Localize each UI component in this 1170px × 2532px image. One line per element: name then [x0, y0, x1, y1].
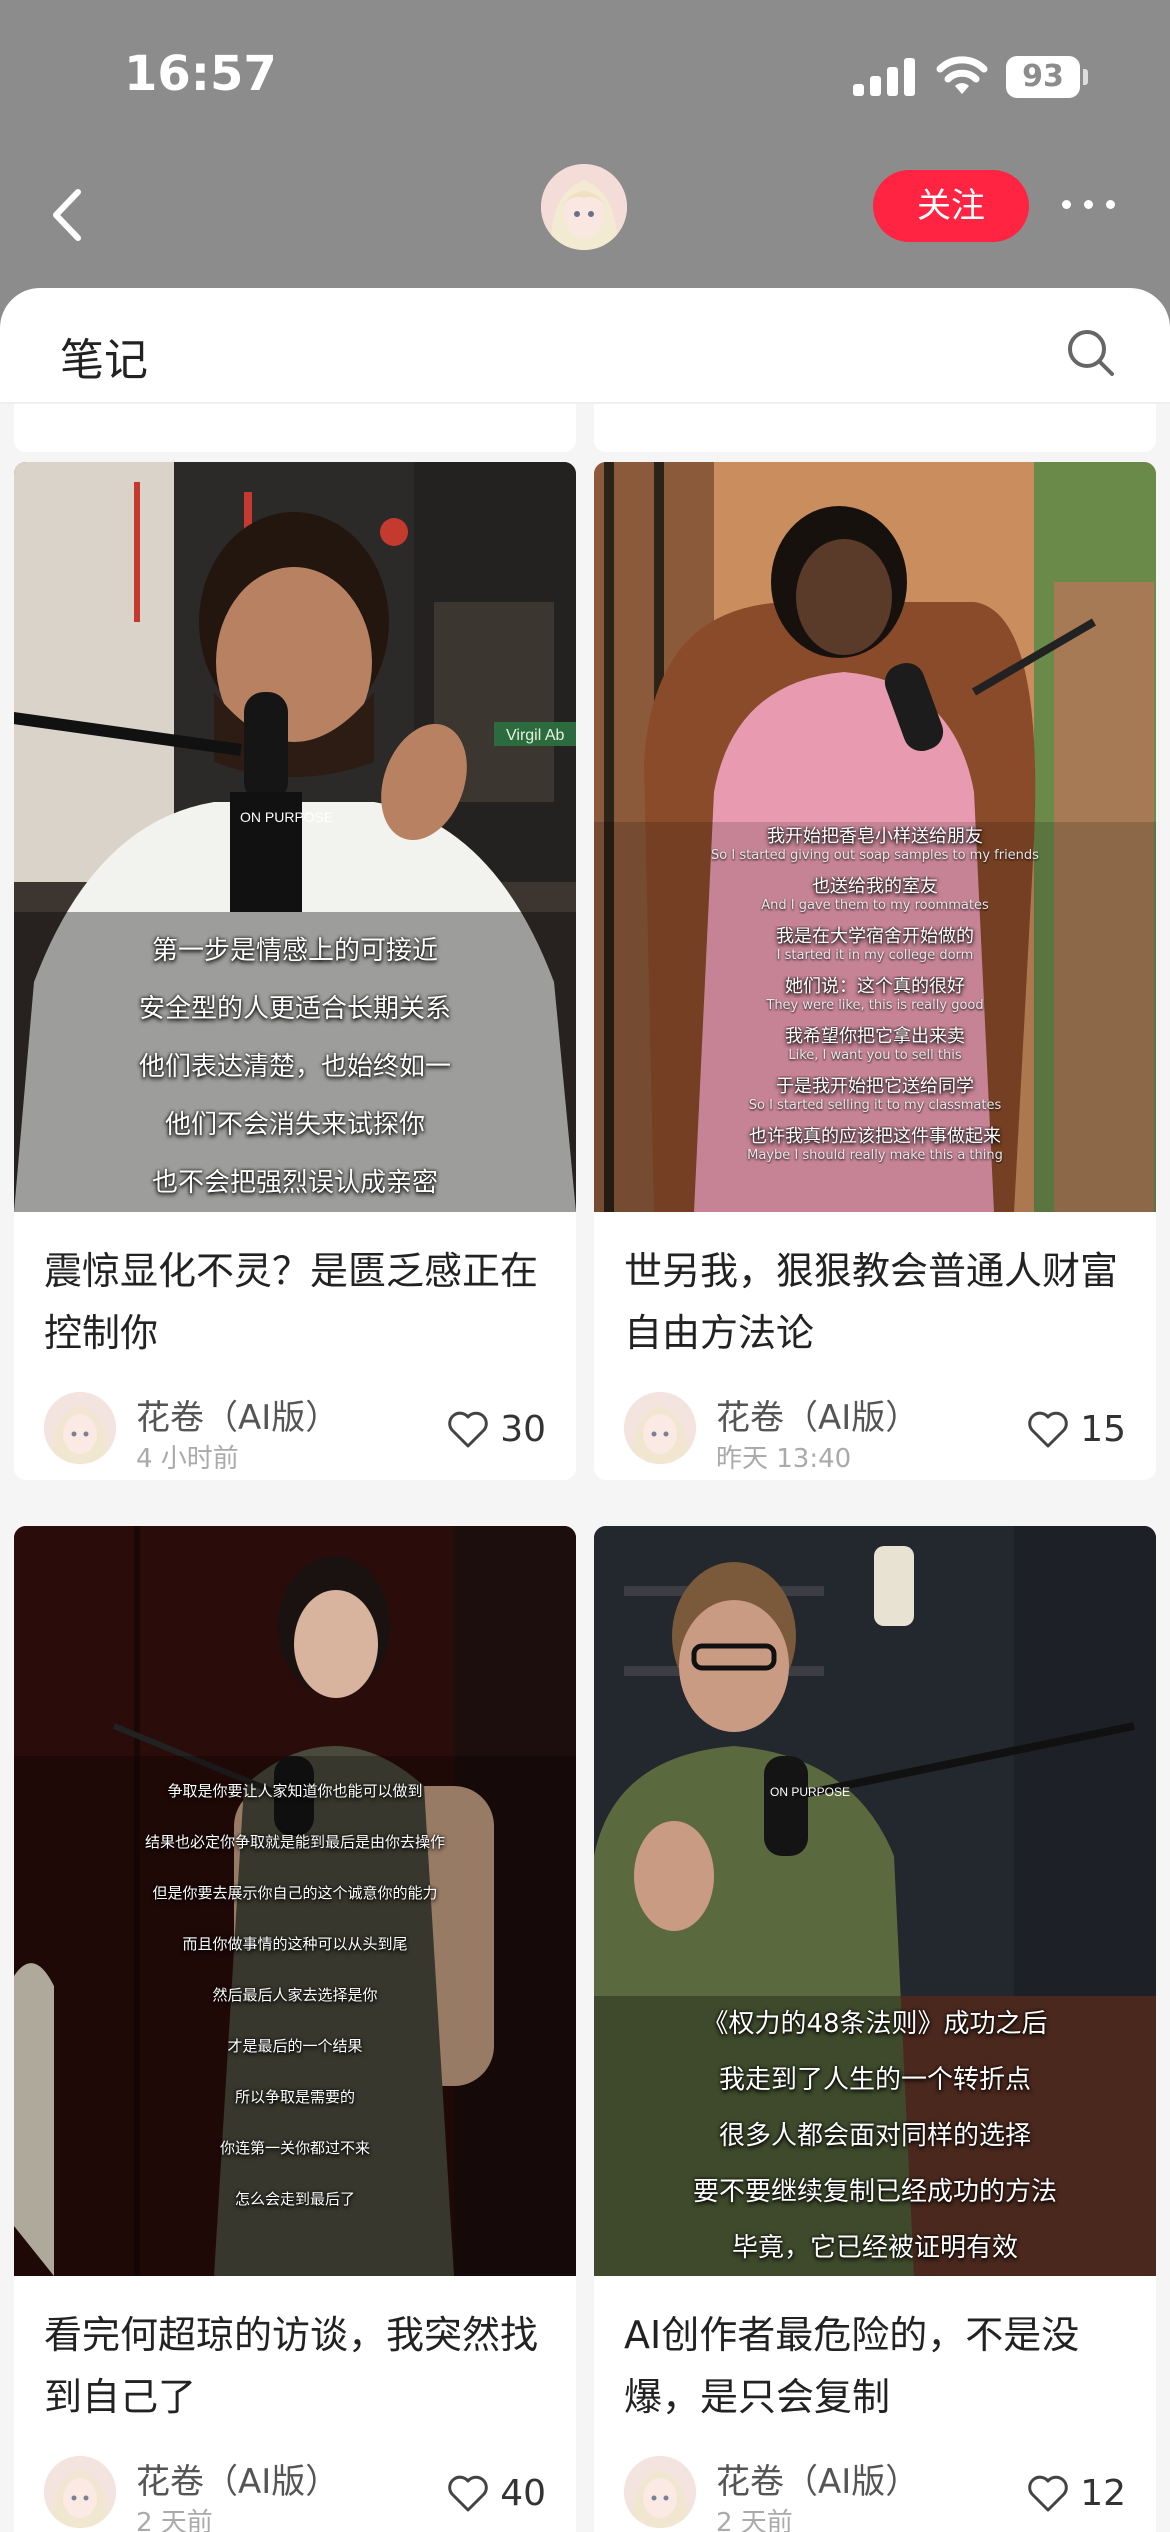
caption-line: 他们表达清楚，也始终如一 [138, 1052, 451, 1082]
like-count: 40 [500, 2472, 546, 2514]
battery-indicator: 93 [1006, 56, 1088, 98]
like-button[interactable]: 12 [1026, 2468, 1126, 2518]
video-captions: 《权力的48条法则》成功之后 我走到了人生的一个转折点 很多人都会面对同样的选择… [594, 1996, 1156, 2276]
author-avatar[interactable] [624, 2456, 696, 2528]
author-avatar[interactable] [624, 1392, 696, 1464]
post-time: 昨天 13:40 [716, 1444, 852, 1474]
author-name[interactable]: 花卷（AI版） [716, 2454, 919, 2503]
avatar[interactable] [541, 164, 627, 250]
note-card[interactable]: Virgil Ab ON PURPOSE 第一步是情感上的可接近 安全型的人更适… [14, 462, 576, 1480]
note-meta: 花卷（AI版） 2 天前 40 [14, 2444, 576, 2532]
caption-line: 我走到了人生的一个转折点 [718, 2065, 1031, 2095]
sheet-header: 笔记 [0, 288, 1170, 404]
caption-line: 我是在大学宿舍开始做的 [776, 926, 974, 947]
search-icon[interactable] [1066, 328, 1116, 378]
battery-level: 93 [1006, 56, 1080, 98]
note-cover-image[interactable]: ON PURPOSE 《权力的48条法则》成功之后 我走到了人生的一个转折点 很… [594, 1526, 1156, 2276]
note-meta: 花卷（AI版） 4 小时前 30 [14, 1380, 576, 1480]
like-count: 15 [1080, 1408, 1126, 1450]
caption-line: 也送给我的室友 [812, 876, 938, 897]
post-time: 4 小时前 [136, 1444, 239, 1474]
video-captions: 第一步是情感上的可接近 安全型的人更适合长期关系 他们表达清楚，也始终如一 他们… [14, 922, 576, 1212]
heart-outline-icon [448, 1411, 488, 1448]
card-stub [14, 404, 576, 452]
caption-line: 很多人都会面对同样的选择 [718, 2121, 1031, 2151]
author-avatar[interactable] [44, 2456, 116, 2528]
note-cover-image[interactable]: Virgil Ab ON PURPOSE 第一步是情感上的可接近 安全型的人更适… [14, 462, 576, 1212]
heart-outline-icon [448, 2475, 488, 2512]
note-card[interactable]: ON PURPOSE 《权力的48条法则》成功之后 我走到了人生的一个转折点 很… [594, 1526, 1156, 2532]
caption-line: 然后最后人家去选择是你 [212, 1986, 378, 2004]
caption-line: 安全型的人更适合长期关系 [138, 994, 451, 1024]
more-dots-icon[interactable] [1060, 188, 1120, 218]
video-captions: 我开始把香皂小样送给朋友 So I started giving out soa… [594, 822, 1156, 1164]
caption-line: 毕竟，它已经被证明有效 [731, 2233, 1018, 2263]
post-time: 2 天前 [716, 2508, 793, 2532]
post-time: 2 天前 [136, 2508, 213, 2532]
caption-line: 她们说：这个真的很好 [785, 976, 965, 997]
caption-line: 所以争取是需要的 [234, 2088, 355, 2106]
caption-line: 而且你做事情的这种可以从头到尾 [182, 1935, 408, 1953]
caption-subtitle: And I gave them to my roommates [761, 898, 989, 913]
caption-line: 争取是你要让人家知道你也能可以做到 [167, 1782, 423, 1800]
caption-line: 也不会把强烈误认成亲密 [151, 1168, 438, 1198]
caption-line: 我希望你把它拿出来卖 [785, 1026, 965, 1047]
back-chevron-icon[interactable] [40, 180, 100, 250]
heart-outline-icon [1028, 2475, 1068, 2512]
sheet-title: 笔记 [60, 335, 148, 386]
caption-subtitle: They were like, this is really good [766, 998, 984, 1013]
caption-line: 怎么会走到最后了 [234, 2190, 355, 2208]
caption-subtitle: So I started selling it to my classmates [748, 1098, 1002, 1113]
caption-line: 要不要继续复制已经成功的方法 [692, 2177, 1057, 2207]
author-name[interactable]: 花卷（AI版） [136, 1390, 339, 1439]
like-count: 30 [500, 1408, 546, 1450]
like-button[interactable]: 15 [1026, 1404, 1126, 1454]
note-meta: 花卷（AI版） 2 天前 12 [594, 2444, 1156, 2532]
note-cover-image[interactable]: 争取是你要让人家知道你也能可以做到 结果也必定你争取就是能到最后是由你去操作 但… [14, 1526, 576, 2276]
like-count: 12 [1080, 2472, 1126, 2514]
status-time: 16:57 [124, 46, 277, 102]
caption-line: 第一步是情感上的可接近 [151, 936, 438, 966]
profile-nav-header: 关注 [0, 150, 1170, 290]
follow-button[interactable]: 关注 [873, 170, 1029, 242]
like-button[interactable]: 40 [446, 2468, 546, 2518]
caption-line: 于是我开始把它送给同学 [776, 1076, 974, 1097]
notes-sheet: 笔记 Virgil Ab ON PURPOSE 第一步是情感上的可接近 安全型的… [0, 288, 1170, 2532]
video-captions: 争取是你要让人家知道你也能可以做到 结果也必定你争取就是能到最后是由你去操作 但… [14, 1766, 576, 2225]
caption-line: 才是最后的一个结果 [227, 2037, 363, 2055]
caption-line: 结果也必定你争取就是能到最后是由你去操作 [144, 1833, 445, 1851]
caption-subtitle: So I started giving out soap samples to … [711, 848, 1039, 863]
caption-line: 《权力的48条法则》成功之后 [702, 2009, 1048, 2039]
like-button[interactable]: 30 [446, 1404, 546, 1454]
note-title[interactable]: AI创作者最危险的，不是没爆，是只会复制 [594, 2276, 1156, 2444]
video-badge-text: Virgil Ab [506, 727, 565, 744]
mic-label: ON PURPOSE [770, 1785, 850, 1799]
note-card[interactable]: 我开始把香皂小样送给朋友 So I started giving out soa… [594, 462, 1156, 1480]
note-meta: 花卷（AI版） 昨天 13:40 15 [594, 1380, 1156, 1480]
card-stub [594, 404, 1156, 452]
caption-subtitle: Like, I want you to sell this [788, 1048, 962, 1063]
caption-subtitle: Maybe I should really make this a thing [747, 1148, 1003, 1163]
wifi-icon [936, 56, 988, 94]
notes-feed[interactable]: Virgil Ab ON PURPOSE 第一步是情感上的可接近 安全型的人更适… [0, 404, 1170, 2532]
caption-line: 你连第一关你都过不来 [219, 2139, 370, 2157]
note-card[interactable]: 争取是你要让人家知道你也能可以做到 结果也必定你争取就是能到最后是由你去操作 但… [14, 1526, 576, 2532]
heart-outline-icon [1028, 1411, 1068, 1448]
author-name[interactable]: 花卷（AI版） [716, 1390, 919, 1439]
note-title[interactable]: 世另我，狠狠教会普通人财富自由方法论 [594, 1212, 1156, 1380]
status-bar: 16:57 93 [0, 0, 1170, 150]
cellular-signal-icon [853, 58, 915, 96]
caption-line: 我开始把香皂小样送给朋友 [767, 826, 983, 847]
author-name[interactable]: 花卷（AI版） [136, 2454, 339, 2503]
note-cover-image[interactable]: 我开始把香皂小样送给朋友 So I started giving out soa… [594, 462, 1156, 1212]
caption-line: 但是你要去展示你自己的这个诚意你的能力 [152, 1884, 438, 1902]
mic-label: ON PURPOSE [240, 809, 333, 825]
caption-line: 他们不会消失来试探你 [164, 1110, 425, 1140]
caption-subtitle: I started it in my college dorm [776, 948, 974, 963]
author-avatar[interactable] [44, 1392, 116, 1464]
caption-line: 也许我真的应该把这件事做起来 [749, 1126, 1001, 1147]
note-title[interactable]: 震惊显化不灵？是匮乏感正在控制你 [14, 1212, 576, 1380]
note-title[interactable]: 看完何超琼的访谈，我突然找到自己了 [14, 2276, 576, 2444]
